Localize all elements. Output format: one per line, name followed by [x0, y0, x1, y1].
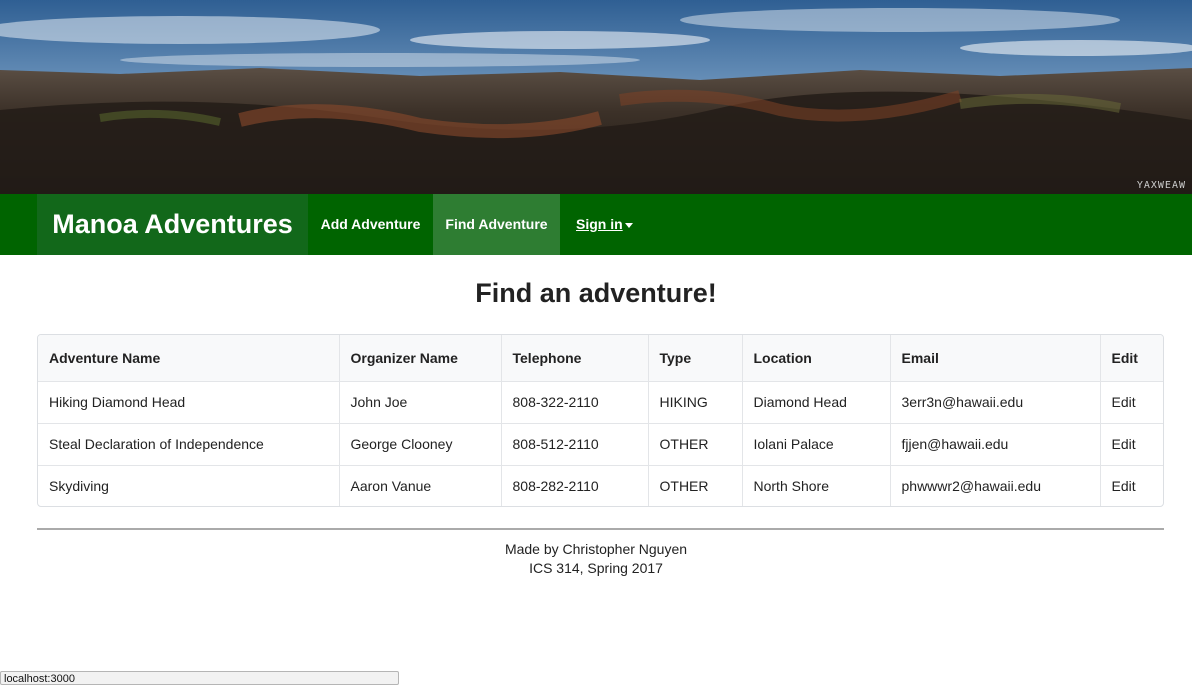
table-row: Hiking Diamond Head John Joe 808-322-211…: [38, 381, 1163, 424]
edit-cell: Edit: [1100, 465, 1163, 506]
column-header: Type: [648, 335, 743, 382]
column-header: Telephone: [501, 335, 649, 382]
adventure-name-cell: Skydiving: [38, 465, 340, 506]
navbar: Manoa Adventures Add Adventure Find Adve…: [0, 194, 1192, 255]
hero-banner: YAXWEAW: [0, 0, 1192, 194]
type-cell: HIKING: [648, 381, 743, 424]
edit-link[interactable]: Edit: [1112, 478, 1136, 494]
image-watermark: YAXWEAW: [1136, 180, 1186, 191]
nav-find-adventure[interactable]: Find Adventure: [433, 194, 560, 255]
email-cell: fjjen@hawaii.edu: [890, 423, 1101, 466]
email-cell: 3err3n@hawaii.edu: [890, 381, 1101, 424]
sign-in-label: Sign in: [576, 216, 623, 232]
nav-add-adventure[interactable]: Add Adventure: [308, 194, 433, 255]
edit-link[interactable]: Edit: [1112, 394, 1136, 410]
telephone-cell: 808-322-2110: [501, 381, 649, 424]
type-cell: OTHER: [648, 465, 743, 506]
organizer-name-cell: George Clooney: [339, 423, 502, 466]
footer-credit: Made by Christopher Nguyen: [504, 541, 688, 557]
telephone-cell: 808-512-2110: [501, 423, 649, 466]
sign-in-dropdown[interactable]: Sign in: [576, 194, 633, 255]
organizer-name-cell: Aaron Vanue: [339, 465, 502, 506]
column-header: Email: [890, 335, 1101, 382]
mountain-landscape-image: [0, 0, 1192, 194]
column-header: Organizer Name: [339, 335, 502, 382]
footer: Made by Christopher Nguyen ICS 314, Spri…: [0, 540, 1192, 578]
table-row: Steal Declaration of Independence George…: [38, 423, 1163, 466]
edit-cell: Edit: [1100, 381, 1163, 424]
adventures-table-container: Adventure Name Organizer Name Telephone …: [37, 334, 1164, 507]
location-cell: Diamond Head: [742, 381, 891, 424]
edit-link[interactable]: Edit: [1112, 436, 1136, 452]
type-cell: OTHER: [648, 423, 743, 466]
caret-down-icon: [624, 222, 633, 228]
location-cell: Iolani Palace: [742, 423, 891, 466]
brand-link[interactable]: Manoa Adventures: [37, 194, 308, 255]
page-title: Find an adventure!: [475, 278, 717, 308]
column-header: Location: [742, 335, 891, 382]
table-header-row: Adventure Name Organizer Name Telephone …: [38, 335, 1163, 382]
organizer-name-cell: John Joe: [339, 381, 502, 424]
column-header: Edit: [1100, 335, 1163, 382]
location-cell: North Shore: [742, 465, 891, 506]
footer-divider: [37, 528, 1164, 530]
table-row: Skydiving Aaron Vanue 808-282-2110 OTHER…: [38, 465, 1163, 506]
adventure-name-cell: Hiking Diamond Head: [38, 381, 340, 424]
footer-course: ICS 314, Spring 2017: [529, 560, 663, 576]
telephone-cell: 808-282-2110: [501, 465, 649, 506]
email-cell: phwwwr2@hawaii.edu: [890, 465, 1101, 506]
edit-cell: Edit: [1100, 423, 1163, 466]
column-header: Adventure Name: [38, 335, 340, 382]
adventure-name-cell: Steal Declaration of Independence: [38, 423, 340, 466]
browser-status-bar: localhost:3000: [0, 671, 399, 685]
adventures-table: Adventure Name Organizer Name Telephone …: [38, 335, 1163, 506]
